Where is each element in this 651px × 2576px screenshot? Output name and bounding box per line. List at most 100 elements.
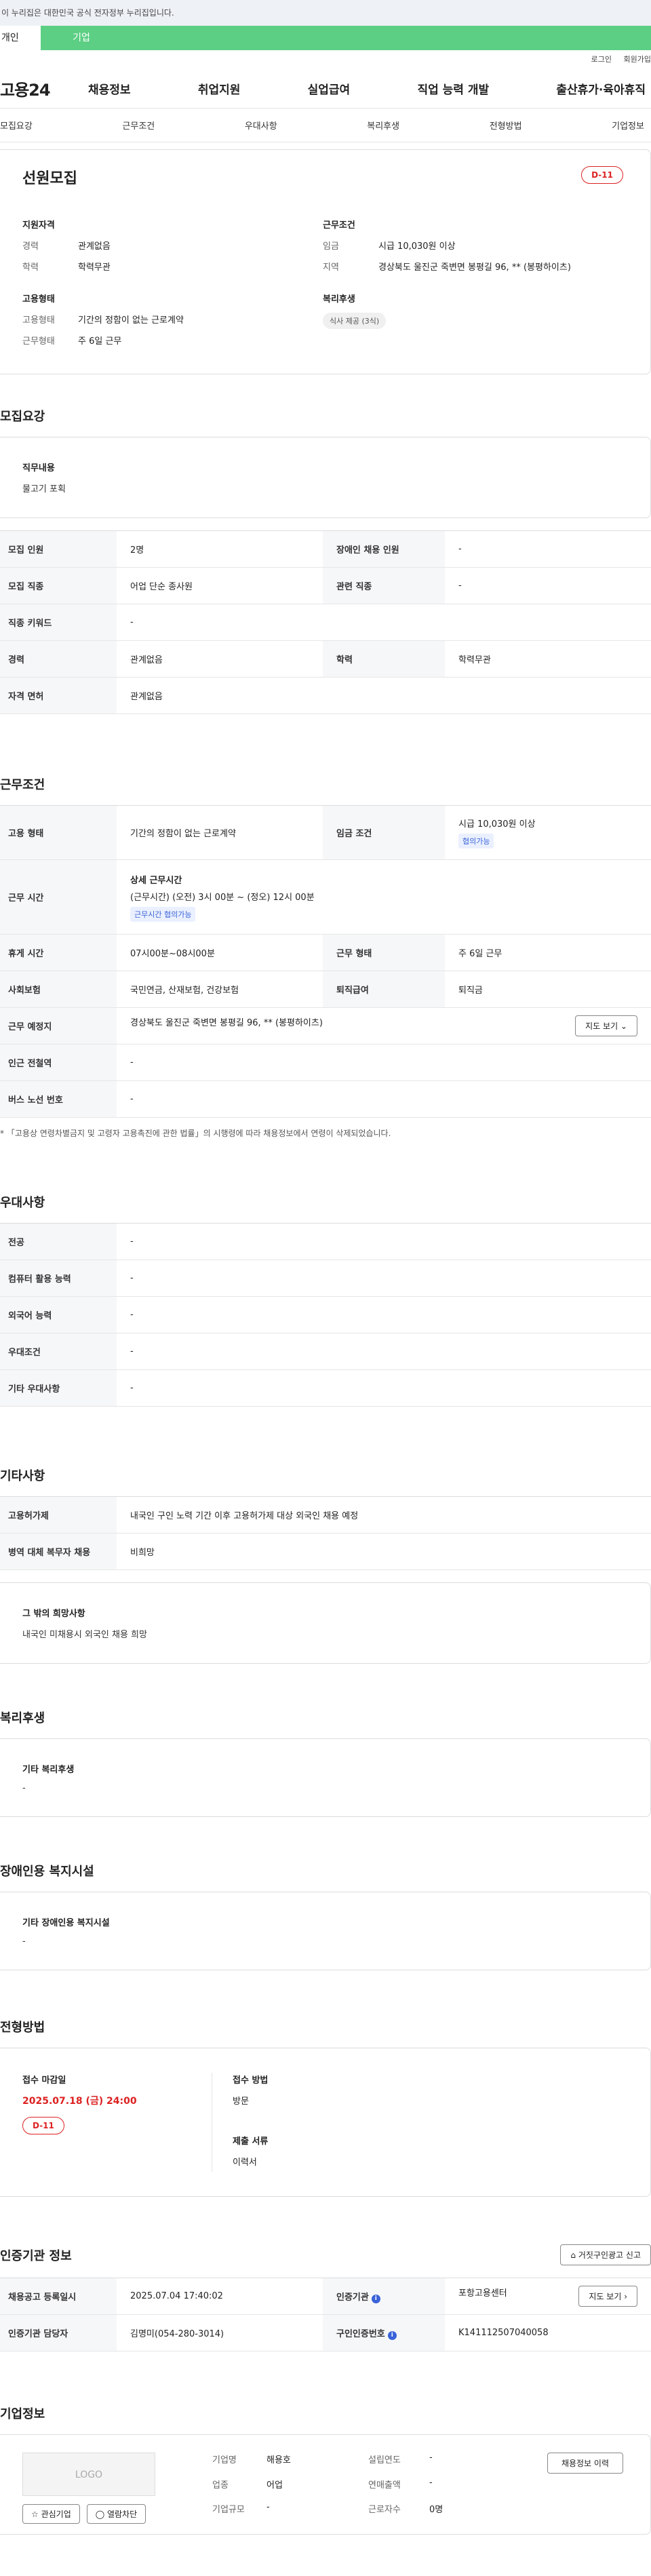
welfare-label: 기타 복리후생 bbox=[22, 1765, 75, 1775]
cell-value: - bbox=[117, 1260, 651, 1297]
table-row: 모집 인원 2명 장애인 채용 인원 - bbox=[0, 530, 651, 568]
cell-key: 근무 시간 bbox=[0, 859, 117, 935]
gnb-item-unemployment[interactable]: 실업급여 bbox=[308, 80, 351, 97]
cell-key: 휴게 시간 bbox=[0, 934, 117, 971]
section-title-pref: 우대사항 bbox=[0, 1196, 45, 1210]
cell-value: 김명미(054-280-3014) bbox=[117, 2314, 323, 2351]
map-view-button[interactable]: 지도 보기 ⌄ bbox=[575, 1015, 637, 1036]
duty-label: 직무내용 bbox=[22, 463, 55, 473]
deadline-label: 접수 마감일 bbox=[22, 2075, 66, 2086]
cell-value: 시급 10,030원 이상 협의가능 bbox=[445, 805, 651, 860]
section-title-recruit: 모집요강 bbox=[0, 410, 45, 424]
cell-value: 2025.07.04 17:40:02 bbox=[117, 2278, 323, 2315]
lnb-item-selection[interactable]: 전형방법 bbox=[490, 119, 522, 132]
wage-tag: 협의가능 bbox=[458, 834, 494, 848]
page-title: 선원모집 bbox=[22, 170, 77, 187]
gnb-item-training[interactable]: 직업 능력 개발 bbox=[417, 80, 489, 97]
welfare-chip: 식사 제공 (3식) bbox=[323, 313, 387, 329]
report-fake-ad-button[interactable]: ⌂ 거짓구인광고 신고 bbox=[560, 2244, 651, 2265]
cell-value: - bbox=[117, 604, 651, 641]
block-company-button[interactable]: ◯ 열람차단 bbox=[86, 2504, 146, 2524]
login-link[interactable]: 로그인 bbox=[591, 55, 612, 64]
cell-key: 근무 형태 bbox=[323, 934, 445, 971]
cell-value: 포항고용센터 지도 보기 › bbox=[445, 2278, 651, 2315]
cert-no-key: 구인인증번호 bbox=[336, 2328, 385, 2339]
company-value: - bbox=[429, 2453, 433, 2463]
company-key: 기업명 bbox=[212, 2455, 237, 2465]
lnb-item-welfare[interactable]: 복리후생 bbox=[367, 119, 399, 132]
hiring-history-button[interactable]: 채용정보 이력 bbox=[547, 2453, 623, 2474]
table-row: 채용공고 등록일시 2025.07.04 17:40:02 인증기관 i 포항고용센… bbox=[0, 2278, 651, 2315]
cell-value: 기간의 정함이 없는 근로계약 bbox=[117, 805, 323, 860]
util-bar: 로그인 회원가입 bbox=[0, 50, 651, 69]
docs-label: 제출 서류 bbox=[233, 2136, 269, 2147]
lnb-item-company[interactable]: 기업정보 bbox=[612, 119, 644, 132]
section-title-selection: 전형방법 bbox=[0, 2021, 45, 2035]
gnb-item-leave[interactable]: 출산휴가·육아휴직 bbox=[556, 80, 646, 97]
table-row: 병역 대체 복무자 채용 비희망 bbox=[0, 1533, 651, 1570]
cell-key: 컴퓨터 활용 능력 bbox=[0, 1260, 117, 1297]
table-row: 고용 형태 기간의 정함이 없는 근로계약 임금 조건 시급 10,030원 이… bbox=[0, 805, 651, 860]
section-title-work: 근무조건 bbox=[0, 778, 45, 792]
company-value: 해용호 bbox=[267, 2455, 291, 2465]
cell-value: 주 6일 근무 bbox=[445, 934, 651, 971]
info-icon[interactable]: i bbox=[387, 2330, 397, 2340]
place-value: 경상북도 울진군 죽변면 봉평길 96, ** (봉평하이츠) bbox=[130, 1018, 323, 1028]
table-row: 직종 키워드 - bbox=[0, 604, 651, 641]
global-nav: 고용24 채용정보 취업지원 실업급여 직업 능력 개발 출산휴가·육아휴직 bbox=[0, 69, 651, 109]
cell-value: - bbox=[117, 1044, 651, 1081]
cert-header: 인증기관 정보 ⌂ 거짓구인광고 신고 bbox=[0, 2244, 651, 2265]
info-icon[interactable]: i bbox=[371, 2294, 380, 2303]
gnb-item-support[interactable]: 취업지원 bbox=[198, 80, 241, 97]
cell-key: 인증기관 담당자 bbox=[0, 2314, 117, 2351]
section-nav: 모집요강 근무조건 우대사항 복리후생 전형방법 기업정보 bbox=[0, 109, 651, 142]
disabled-value: - bbox=[22, 1936, 26, 1947]
emp-key: 근무형태 bbox=[22, 336, 55, 347]
method-label: 접수 방법 bbox=[233, 2075, 269, 2086]
selection-box: 접수 마감일 2025.07.18 (금) 24:00 D-11 접수 방법 방… bbox=[0, 2048, 651, 2197]
time-title: 상세 근무시간 bbox=[130, 875, 182, 886]
cell-value: - bbox=[445, 530, 651, 568]
cell-value: 학력무관 bbox=[445, 640, 651, 678]
lnb-item-recruit[interactable]: 모집요강 bbox=[0, 119, 33, 132]
cell-key: 기타 우대사항 bbox=[0, 1369, 117, 1407]
cell-value: - bbox=[117, 1369, 651, 1407]
table-row: 고용허가제 내국인 구인 노력 기간 이후 고용허가제 대상 외국인 채용 예정 bbox=[0, 1496, 651, 1534]
signup-link[interactable]: 회원가입 bbox=[624, 55, 651, 64]
summary-card: 선원모집 D-11 지원자격 경력 관계없음 학력 학력무관 고용형태 고용형태 기간… bbox=[0, 149, 651, 374]
lnb-item-pref[interactable]: 우대사항 bbox=[245, 119, 277, 132]
qual-title: 지원자격 bbox=[22, 220, 55, 231]
table-row: 휴게 시간 07시00분~08시00분 근무 형태 주 6일 근무 bbox=[0, 934, 651, 971]
company-key: 근로자수 bbox=[368, 2505, 401, 2516]
cell-key: 관련 직종 bbox=[323, 567, 445, 604]
gnb-item-jobs[interactable]: 채용정보 bbox=[88, 80, 131, 97]
company-key: 연매출액 bbox=[368, 2480, 401, 2491]
cell-key: 장애인 채용 인원 bbox=[323, 530, 445, 568]
welfare-value: - bbox=[22, 1783, 26, 1793]
table-row: 인근 전철역 - bbox=[0, 1044, 651, 1081]
deadline-value: 2025.07.18 (금) 24:00 bbox=[22, 2096, 137, 2107]
work-table: 고용 형태 기간의 정함이 없는 근로계약 임금 조건 시급 10,030원 이… bbox=[0, 805, 651, 1118]
qual-key: 경력 bbox=[22, 241, 39, 252]
site-logo[interactable]: 고용24 bbox=[0, 77, 88, 100]
tab-personal[interactable]: 개인 bbox=[0, 26, 41, 50]
time-tag: 근무시간 협의가능 bbox=[130, 906, 196, 922]
method-value: 방문 bbox=[233, 2096, 249, 2107]
company-value: - bbox=[267, 2502, 270, 2513]
company-key: 업종 bbox=[212, 2480, 229, 2491]
org-map-button[interactable]: 지도 보기 › bbox=[578, 2286, 637, 2307]
cond-key: 지역 bbox=[323, 262, 339, 273]
lnb-item-work[interactable]: 근무조건 bbox=[122, 119, 155, 132]
cell-key: 인증기관 i bbox=[323, 2278, 445, 2315]
cell-value: K141112507040058 bbox=[445, 2314, 651, 2351]
emp-title: 고용형태 bbox=[22, 294, 55, 305]
section-title-disabled: 장애인용 복지시설 bbox=[0, 1865, 94, 1879]
table-row: 컴퓨터 활용 능력 - bbox=[0, 1260, 651, 1297]
tab-company[interactable]: 기업 bbox=[41, 26, 122, 50]
favorite-company-button[interactable]: ☆ 관심기업 bbox=[22, 2504, 80, 2524]
table-row: 사회보험 국민연금, 산재보험, 건강보험 퇴직급여 퇴직금 bbox=[0, 971, 651, 1008]
section-title-company: 기업정보 bbox=[0, 2407, 45, 2421]
cell-key: 우대조건 bbox=[0, 1333, 117, 1370]
emp-value: 기간의 정함이 없는 근로계약 bbox=[78, 315, 184, 326]
duty-value: 물고기 포획 bbox=[22, 484, 66, 494]
